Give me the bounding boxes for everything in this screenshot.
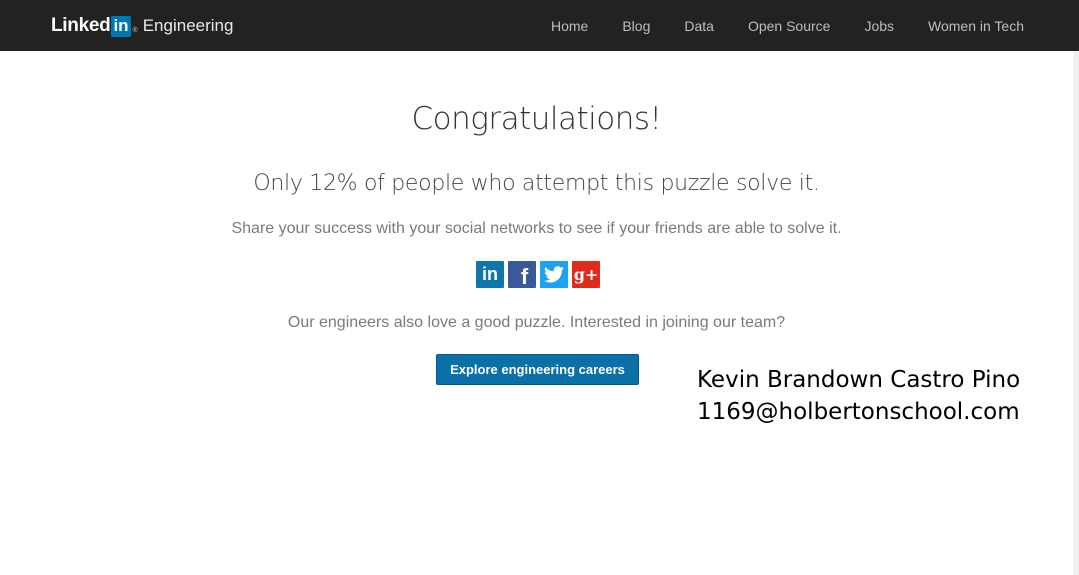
- linkedin-icon[interactable]: in: [476, 261, 504, 288]
- scrollbar[interactable]: [1073, 51, 1079, 575]
- main-nav: Home Blog Data Open Source Jobs Women in…: [517, 0, 1024, 51]
- registered-mark: ®: [132, 26, 138, 34]
- brand-linked: Linked: [51, 15, 111, 36]
- google-plus-glyph: g+: [573, 265, 599, 284]
- top-navigation-bar: Linked in ® Engineering Home Blog Data O…: [0, 0, 1079, 51]
- social-share-buttons: in f g+: [476, 261, 600, 289]
- join-team-prompt: Our engineers also love a good puzzle. I…: [287, 314, 786, 331]
- page-title: Congratulations!: [411, 101, 662, 137]
- facebook-icon[interactable]: f: [508, 261, 536, 289]
- nav-women-in-tech[interactable]: Women in Tech: [928, 18, 1024, 34]
- twitter-bird-icon: [544, 266, 564, 283]
- twitter-icon[interactable]: [540, 261, 568, 288]
- nav-jobs[interactable]: Jobs: [864, 18, 894, 34]
- nav-data[interactable]: Data: [684, 18, 714, 34]
- linkedin-engineering-logo[interactable]: Linked in ® Engineering: [51, 13, 233, 39]
- page-subtitle: Only 12% of people who attempt this puzz…: [253, 171, 820, 196]
- signature-block: Kevin Brandown Castro Pino 1169@holberto…: [697, 364, 1020, 428]
- nav-open-source[interactable]: Open Source: [748, 18, 831, 34]
- signature-name: Kevin Brandown Castro Pino: [697, 367, 1021, 393]
- google-plus-icon[interactable]: g+: [572, 261, 600, 288]
- nav-home[interactable]: Home: [551, 18, 588, 34]
- brand-section: Engineering: [142, 16, 234, 35]
- explore-careers-button[interactable]: Explore engineering careers: [436, 354, 639, 385]
- brand-in-box: in: [111, 15, 131, 37]
- nav-blog[interactable]: Blog: [622, 18, 650, 34]
- linkedin-glyph: in: [482, 264, 498, 284]
- facebook-glyph: f: [520, 263, 529, 289]
- signature-email: 1169@holbertonschool.com: [697, 399, 1020, 425]
- share-prompt: Share your success with your social netw…: [231, 220, 842, 237]
